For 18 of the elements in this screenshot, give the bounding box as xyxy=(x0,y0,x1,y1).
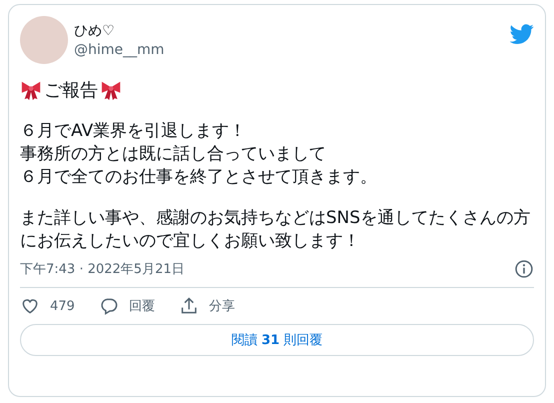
timestamp[interactable]: 下午7:43 · 2022年5月21日 xyxy=(20,260,184,278)
tweet-text-line: また詳しい事や、感謝のお気持ちなどはSNSを通してたくさんの方にお伝えしたいので宜しくお願い致します！ xyxy=(20,207,532,253)
share-icon[interactable] xyxy=(178,296,199,316)
bird-logo-icon[interactable] xyxy=(510,22,534,46)
display-name[interactable]: ひめ♡ xyxy=(74,22,504,40)
tweet-text-line: 事務所の方とは既に話し合っていまして xyxy=(20,143,327,166)
speech-bubble-icon[interactable] xyxy=(98,296,119,316)
tweet-text-line: ６月でAV業界を引退します！ xyxy=(20,120,248,143)
action-label[interactable]: 回覆 xyxy=(128,297,155,315)
read-replies-button[interactable]: 閱讀 31 則回覆 xyxy=(20,324,534,356)
ribbon-icon xyxy=(20,79,42,101)
action-label[interactable]: 分享 xyxy=(208,297,235,315)
info-icon[interactable] xyxy=(514,259,534,279)
user-handle[interactable]: @hime__mm xyxy=(74,42,504,58)
tweet-text-line: ６月で全てのお仕事を終了とさせて頂きます。 xyxy=(20,166,378,189)
headline-text: ご報告 xyxy=(44,79,98,102)
ribbon-icon xyxy=(100,79,122,101)
action-label[interactable]: 479 xyxy=(50,298,75,314)
